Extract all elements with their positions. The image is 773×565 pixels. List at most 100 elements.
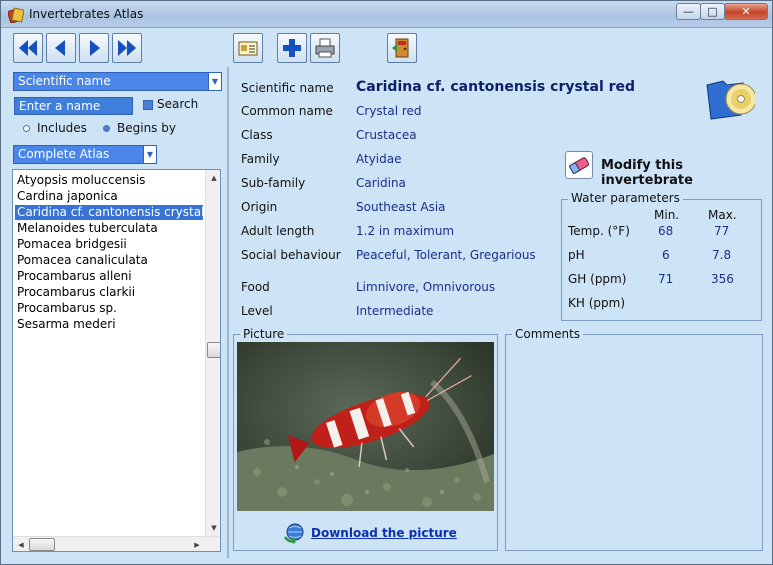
search-checkbox-label: Search [157,97,199,111]
scroll-down-icon[interactable]: ▼ [207,522,220,534]
atlas-select[interactable]: Complete Atlas ▼ [13,145,157,164]
modify-invertebrate-label[interactable]: Modify this invertebrate [601,158,772,188]
gh-max-value: 356 [711,272,734,286]
temp-max-value: 77 [714,224,730,238]
sub-family-label: Sub-family [241,176,306,190]
maximize-button[interactable]: □ [700,3,725,20]
min-header: Min. [654,208,680,222]
previous-record-button[interactable] [46,33,76,63]
ph-max-value: 7.8 [712,248,732,262]
list-item[interactable]: Procambarus clarkii [15,285,135,300]
begins-by-radio[interactable] [103,125,110,132]
species-list[interactable]: Atyopsis moluccensis Cardina japonica Ca… [12,169,221,552]
globe-download-icon[interactable] [283,522,305,544]
print-button[interactable] [310,33,340,63]
horizontal-scroll-thumb[interactable] [29,538,55,551]
origin-label: Origin [241,200,278,214]
sub-family-value: Caridina [356,176,406,190]
family-label: Family [241,152,280,166]
comments-text[interactable] [509,346,759,546]
arrow-left-icon [55,40,65,56]
gh-min-value: 71 [658,272,674,286]
exit-door-icon [392,38,409,58]
atlas-select-value: Complete Atlas [18,147,110,161]
includes-radio[interactable] [23,125,30,132]
title-bar[interactable]: Invertebrates Atlas — □ ✕ [1,1,772,28]
food-value: Limnivore, Omnivorous [356,280,496,294]
field-select[interactable]: Scientific name ▼ [13,72,222,91]
comments-title: Comments [512,327,584,341]
close-button[interactable]: ✕ [724,3,768,20]
card-view-button[interactable] [233,33,263,63]
common-name-value: Crystal red [356,104,422,118]
list-item[interactable]: Atyopsis moluccensis [15,173,145,188]
chevron-down-icon[interactable]: ▼ [143,146,156,163]
horizontal-scrollbar[interactable]: ◀ ▶ [13,536,220,551]
list-item[interactable]: Sesarma mederi [15,317,116,332]
vertical-scrollbar[interactable]: ▲ ▼ [205,170,220,536]
atlas-app-icon [8,7,24,23]
first-record-button[interactable] [13,33,43,63]
class-label: Class [241,128,273,142]
last-record-button[interactable] [112,33,142,63]
double-arrow-right-icon [118,40,136,56]
exit-button[interactable] [387,33,417,63]
origin-value: Southeast Asia [356,200,446,214]
next-record-button[interactable] [79,33,109,63]
field-select-value: Scientific name [18,74,111,88]
picture-title: Picture [240,327,288,341]
name-search-input[interactable]: Enter a name [14,97,133,115]
cd-folder-icon[interactable] [705,75,755,121]
includes-label: Includes [37,121,87,135]
temp-min-value: 68 [658,224,674,238]
food-label: Food [241,280,270,294]
adult-length-label: Adult length [241,224,315,238]
kh-label: KH (ppm) [568,296,625,310]
chevron-down-icon[interactable]: ▼ [208,73,221,90]
social-behaviour-label: Social behaviour [241,248,341,262]
gh-label: GH (ppm) [568,272,627,286]
scientific-name-label: Scientific name [241,81,334,95]
scroll-left-icon[interactable]: ◀ [14,539,28,551]
printer-icon [315,38,335,58]
begins-by-label: Begins by [117,121,176,135]
download-picture-link[interactable]: Download the picture [311,526,457,540]
eraser-icon [569,157,590,174]
search-panel: Scientific name ▼ Enter a name Search In… [6,67,228,558]
panel-divider[interactable] [227,67,229,558]
list-item[interactable]: Pomacea bridgesii [15,237,127,252]
social-behaviour-value: Peaceful, Tolerant, Gregarious [356,248,536,262]
list-item[interactable]: Procambarus sp. [15,301,117,316]
family-value: Atyidae [356,152,402,166]
class-value: Crustacea [356,128,417,142]
ph-min-value: 6 [662,248,670,262]
list-item[interactable]: Pomacea canaliculata [15,253,148,268]
list-item[interactable]: Melanoides tuberculata [15,221,158,236]
temp-label: Temp. (°F) [568,224,630,238]
search-checkbox[interactable] [143,100,153,110]
shrimp-photo-image [237,342,494,511]
vertical-scroll-thumb[interactable] [207,342,220,358]
max-header: Max. [708,208,737,222]
scientific-name-value: Caridina cf. cantonensis crystal red [356,79,636,95]
ph-label: pH [568,248,585,262]
list-item-selected[interactable]: Caridina cf. cantonensis crystal red [15,205,203,220]
list-item[interactable]: Procambarus alleni [15,269,132,284]
add-button[interactable] [277,33,307,63]
invertebrate-photo [237,342,494,511]
adult-length-value: 1.2 in maximum [356,224,455,238]
window-title: Invertebrates Atlas [29,7,144,21]
double-arrow-left-icon [19,40,37,56]
card-icon [238,41,258,56]
app-window: Invertebrates Atlas — □ ✕ Scientific nam… [0,0,773,565]
modify-invertebrate-button[interactable] [565,151,593,179]
arrow-right-icon [90,40,100,56]
common-name-label: Common name [241,104,333,118]
list-item[interactable]: Cardina japonica [15,189,118,204]
level-value: Intermediate [356,304,434,318]
scroll-right-icon[interactable]: ▶ [190,539,204,551]
water-parameters-title: Water parameters [568,191,683,205]
scroll-up-icon[interactable]: ▲ [207,172,220,184]
plus-icon [283,39,301,57]
minimize-button[interactable]: — [676,3,701,20]
